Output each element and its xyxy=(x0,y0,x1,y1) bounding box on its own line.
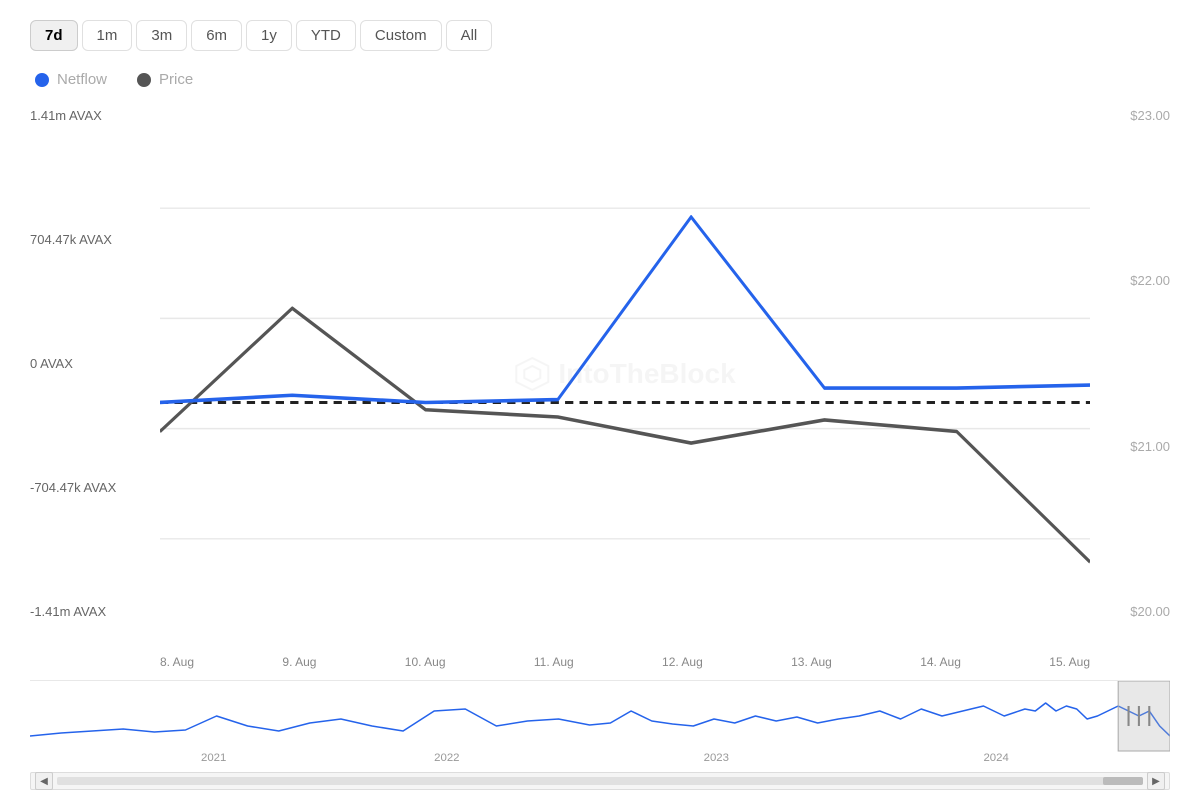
navigator-scrollbar[interactable]: ◀ ▶ xyxy=(30,772,1170,790)
legend-netflow: Netflow xyxy=(35,71,107,88)
price-label: Price xyxy=(159,71,193,88)
navigator-wrapper: 2021 2022 2023 2024 ◀ ▶ xyxy=(30,680,1170,790)
x-label: 10. Aug xyxy=(405,655,446,669)
y-left-label: -1.41m AVAX xyxy=(30,604,160,619)
y-right-label: $20.00 xyxy=(1090,604,1170,619)
time-btn-1m[interactable]: 1m xyxy=(82,20,133,51)
time-btn-7d[interactable]: 7d xyxy=(30,20,78,51)
scroll-right-arrow[interactable]: ▶ xyxy=(1147,772,1165,790)
y-right-label: $21.00 xyxy=(1090,439,1170,454)
legend-price: Price xyxy=(137,71,193,88)
main-container: 7d1m3m6m1yYTDCustomAll Netflow Price 1.4… xyxy=(0,0,1200,800)
time-btn-6m[interactable]: 6m xyxy=(191,20,242,51)
x-label: 9. Aug xyxy=(282,655,316,669)
x-label: 8. Aug xyxy=(160,655,194,669)
netflow-dot xyxy=(35,73,49,87)
main-chart-area: 1.41m AVAX 704.47k AVAX 0 AVAX -704.47k AVA… xyxy=(30,98,1170,649)
y-right-label: $23.00 xyxy=(1090,108,1170,123)
navigator-svg: 2021 2022 2023 2024 xyxy=(30,681,1170,766)
time-btn-3m[interactable]: 3m xyxy=(136,20,187,51)
svg-text:2021: 2021 xyxy=(201,752,226,764)
chart-legend: Netflow Price xyxy=(30,71,1170,88)
scroll-handle[interactable] xyxy=(1103,777,1143,785)
time-btn-custom[interactable]: Custom xyxy=(360,20,442,51)
main-chart-svg xyxy=(160,98,1090,649)
y-left-label: 704.47k AVAX xyxy=(30,232,160,247)
scroll-left-arrow[interactable]: ◀ xyxy=(35,772,53,790)
y-right-label: $22.00 xyxy=(1090,273,1170,288)
svg-text:2022: 2022 xyxy=(434,752,459,764)
x-label: 13. Aug xyxy=(791,655,832,669)
time-btn-ytd[interactable]: YTD xyxy=(296,20,356,51)
price-dot xyxy=(137,73,151,87)
svg-text:2023: 2023 xyxy=(704,752,729,764)
y-axis-right: $23.00 $22.00 $21.00 $20.00 xyxy=(1090,98,1170,649)
navigator-svg-container: 2021 2022 2023 2024 xyxy=(30,681,1170,772)
svg-text:2024: 2024 xyxy=(983,752,1008,764)
time-btn-all[interactable]: All xyxy=(446,20,493,51)
chart-svg-container: IntoTheBlock xyxy=(160,98,1090,649)
time-btn-1y[interactable]: 1y xyxy=(246,20,292,51)
scroll-track[interactable] xyxy=(57,777,1143,785)
x-label: 12. Aug xyxy=(662,655,703,669)
time-range-bar: 7d1m3m6m1yYTDCustomAll xyxy=(30,20,1170,51)
x-label: 14. Aug xyxy=(920,655,961,669)
y-left-label: 0 AVAX xyxy=(30,356,160,371)
y-left-label: 1.41m AVAX xyxy=(30,108,160,123)
netflow-label: Netflow xyxy=(57,71,107,88)
x-label: 15. Aug xyxy=(1049,655,1090,669)
y-left-label: -704.47k AVAX xyxy=(30,480,160,495)
x-label: 11. Aug xyxy=(534,655,574,669)
x-axis: 8. Aug 9. Aug 10. Aug 11. Aug 12. Aug 13. Aug… xyxy=(30,649,1170,675)
y-axis-left: 1.41m AVAX 704.47k AVAX 0 AVAX -704.47k AVA… xyxy=(30,98,160,649)
